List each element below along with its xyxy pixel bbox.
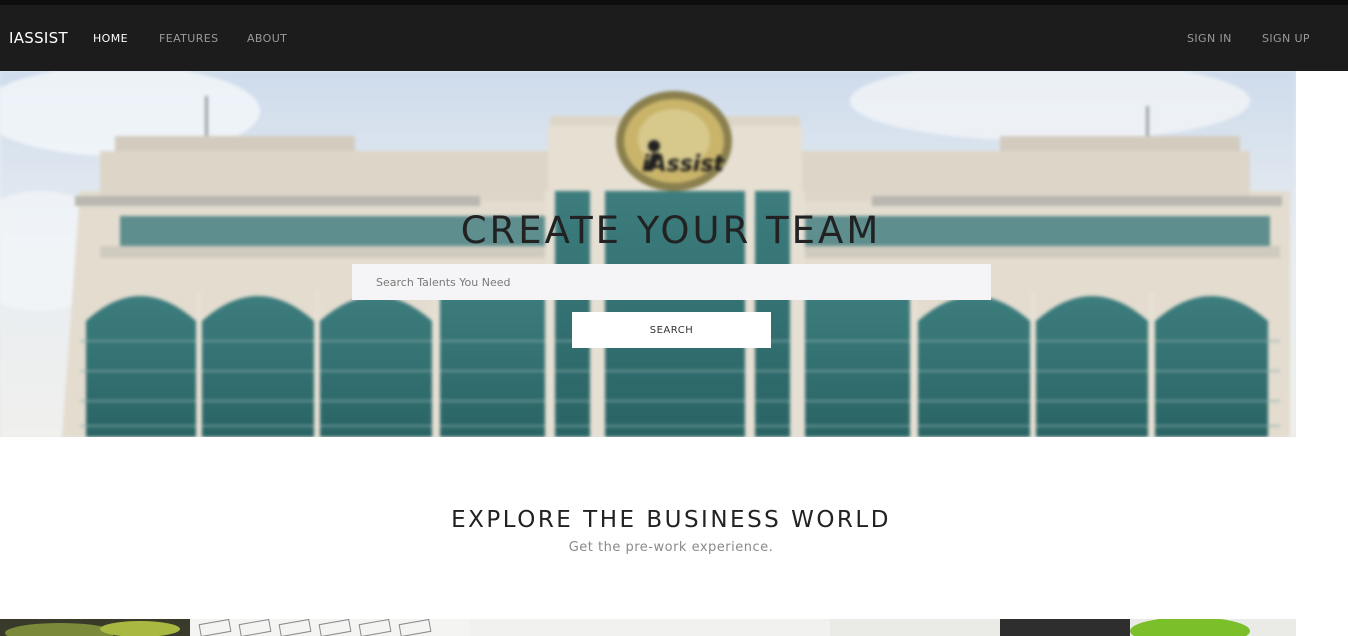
brand-logo-link[interactable]: IASSIST	[9, 29, 68, 47]
hero-title: CREATE YOUR TEAM	[460, 209, 882, 252]
section-subtitle: Get the pre-work experience.	[568, 540, 774, 555]
iassist-seal-logo: iAssist	[616, 91, 732, 191]
seal-logo-text: iAssist	[642, 152, 725, 177]
nav-features-link[interactable]: FEATURES	[159, 32, 219, 45]
page-right-gutter	[1296, 71, 1348, 619]
talent-search-input[interactable]	[352, 264, 991, 300]
nav-sign-in-link[interactable]: SIGN IN	[1187, 32, 1232, 45]
search-button[interactable]: SEARCH	[572, 312, 771, 348]
next-section-image-preview	[0, 619, 1296, 636]
section-title: EXPLORE THE BUSINESS WORLD	[451, 507, 891, 533]
nav-sign-up-link[interactable]: SIGN UP	[1262, 32, 1310, 45]
navbar: IASSIST HOME FEATURES ABOUT SIGN IN SIGN…	[0, 5, 1348, 71]
hero-section: iAssist CREATE YOUR TEAM	[0, 71, 1296, 437]
hero-background-image: iAssist	[0, 71, 1296, 437]
nav-about-link[interactable]: ABOUT	[247, 32, 287, 45]
nav-home-link[interactable]: HOME	[93, 32, 128, 45]
